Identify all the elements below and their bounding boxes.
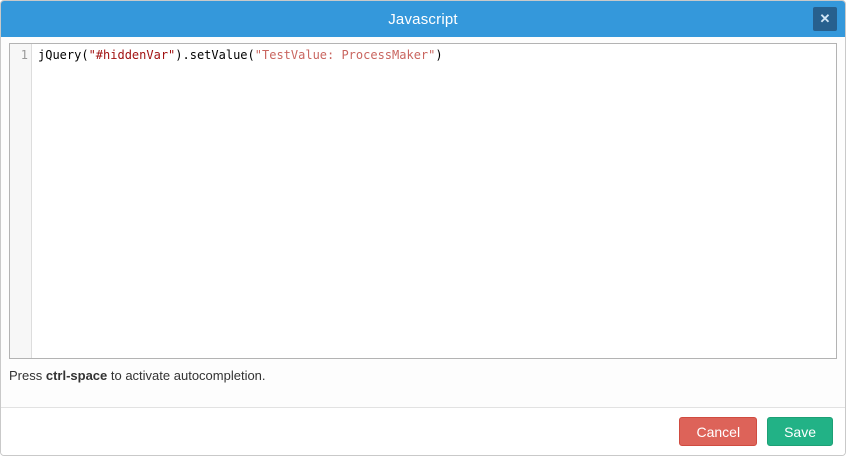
hint-prefix: Press: [9, 368, 46, 383]
cancel-button[interactable]: Cancel: [679, 417, 758, 446]
dialog-footer: Cancel Save: [1, 407, 845, 455]
dialog-header: Javascript ✕: [1, 1, 845, 37]
code-token: ): [435, 48, 443, 62]
javascript-editor-dialog: Javascript ✕ 1 jQuery("#hiddenVar").setV…: [0, 0, 846, 456]
close-icon: ✕: [819, 11, 831, 26]
hint-suffix: to activate autocompletion.: [107, 368, 266, 383]
hint-key: ctrl-space: [45, 368, 108, 383]
editor-content[interactable]: jQuery("#hiddenVar").setValue("TestValue…: [32, 44, 836, 358]
close-button[interactable]: ✕: [813, 7, 837, 31]
save-button[interactable]: Save: [767, 417, 833, 446]
dialog-title: Javascript: [388, 10, 458, 28]
code-token: jQuery(: [38, 48, 89, 62]
code-editor[interactable]: 1 jQuery("#hiddenVar").setValue("TestVal…: [9, 43, 837, 359]
editor-gutter: 1: [10, 44, 32, 358]
code-token-string: "TestValue: ProcessMaker": [254, 48, 436, 62]
autocomplete-hint: Press ctrl-space to activate autocomplet…: [9, 368, 837, 383]
code-token: ).setValue(: [175, 48, 255, 62]
line-number: 1: [20, 48, 28, 62]
dialog-body: 1 jQuery("#hiddenVar").setValue("TestVal…: [1, 37, 845, 407]
code-token-string: "#hiddenVar": [88, 48, 176, 62]
